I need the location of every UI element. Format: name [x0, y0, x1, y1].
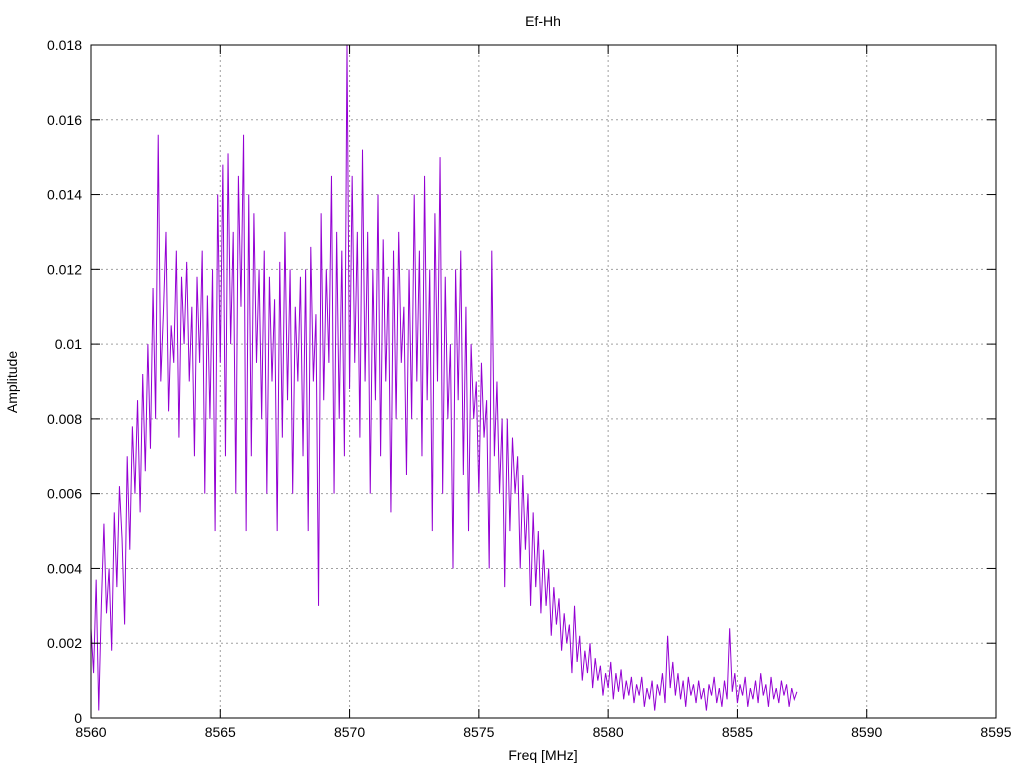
x-axis-label: Freq [MHz]: [508, 747, 577, 763]
y-tick-label: 0.008: [47, 411, 82, 427]
y-tick-label: 0.01: [55, 336, 82, 352]
x-tick-label: 8595: [980, 724, 1011, 740]
chart-background: [0, 0, 1024, 768]
y-tick-label: 0.012: [47, 261, 82, 277]
y-axis-label: Amplitude: [4, 351, 20, 413]
line-chart: 8560 8565 8570 8575 8580 8585 8590 8595 0 0.002 0.…: [0, 0, 1024, 768]
x-tick-label: 8570: [334, 724, 365, 740]
x-tick-label: 8565: [205, 724, 236, 740]
chart-title: Ef-Hh: [525, 13, 561, 29]
x-tick-label: 8585: [722, 724, 753, 740]
y-tick-label: 0: [74, 710, 82, 726]
y-tick-label: 0.006: [47, 486, 82, 502]
y-tick-label: 0.004: [47, 560, 82, 576]
x-tick-label: 8560: [75, 724, 106, 740]
x-tick-label: 8575: [463, 724, 494, 740]
y-tick-label: 0.016: [47, 112, 82, 128]
y-tick-label: 0.014: [47, 187, 82, 203]
x-tick-label: 8580: [593, 724, 624, 740]
x-tick-label: 8590: [851, 724, 882, 740]
y-tick-label: 0.018: [47, 37, 82, 53]
y-tick-label: 0.002: [47, 635, 82, 651]
